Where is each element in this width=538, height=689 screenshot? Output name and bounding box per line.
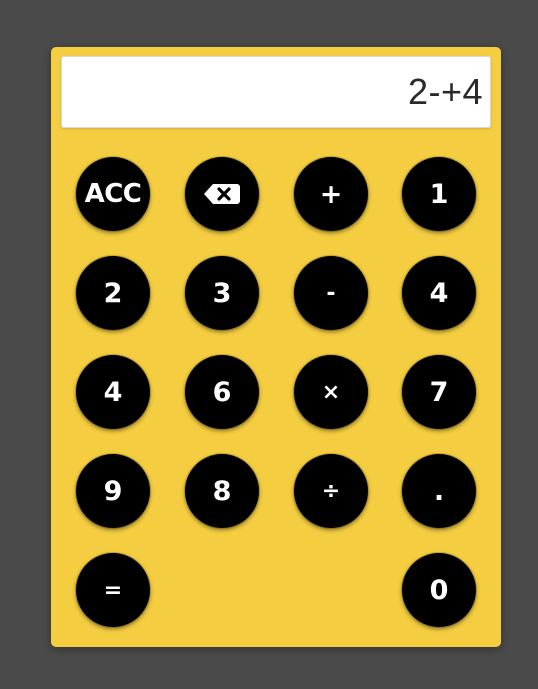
key-8-button[interactable]: 8	[185, 454, 259, 528]
calculator-panel: 2-+4 ACC + 1 2 3 - 4 4 6 × 7 9 8 ÷ . = 0	[51, 47, 501, 647]
display-value: 2-+4	[407, 71, 483, 112]
equals-button[interactable]: =	[76, 553, 150, 627]
key-2-button[interactable]: 2	[76, 256, 150, 330]
decimal-button[interactable]: .	[402, 454, 476, 528]
key-9-button[interactable]: 9	[76, 454, 150, 528]
key-3-button[interactable]: 3	[185, 256, 259, 330]
multiply-button[interactable]: ×	[294, 355, 368, 429]
minus-button[interactable]: -	[294, 256, 368, 330]
key-4b-button[interactable]: 4	[76, 355, 150, 429]
plus-button[interactable]: +	[294, 157, 368, 231]
key-7-button[interactable]: 7	[402, 355, 476, 429]
backspace-icon	[204, 184, 240, 204]
display-screen: 2-+4	[61, 56, 491, 128]
divide-button[interactable]: ÷	[294, 454, 368, 528]
key-0-button[interactable]: 0	[402, 553, 476, 627]
key-1-button[interactable]: 1	[402, 157, 476, 231]
key-6-button[interactable]: 6	[185, 355, 259, 429]
key-4-button[interactable]: 4	[402, 256, 476, 330]
backspace-button[interactable]	[185, 157, 259, 231]
acc-button[interactable]: ACC	[76, 157, 150, 231]
